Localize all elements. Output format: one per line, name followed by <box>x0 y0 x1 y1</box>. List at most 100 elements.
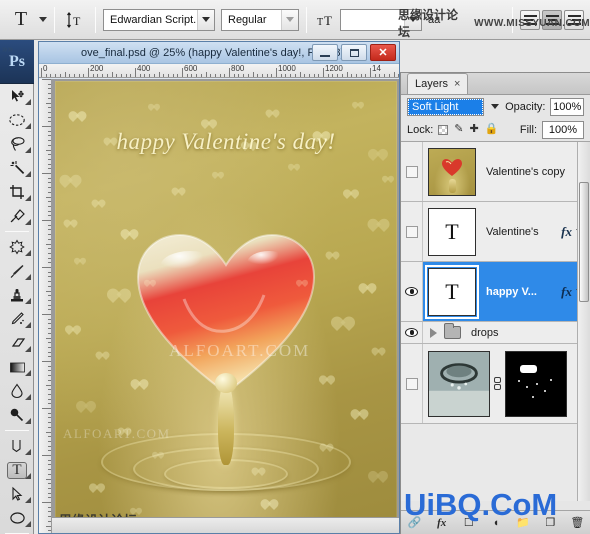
maximize-button[interactable] <box>341 44 367 61</box>
pen-tool[interactable] <box>0 434 34 458</box>
align-left-button[interactable] <box>520 9 540 30</box>
collapse-panels-icon[interactable]: »» <box>2 44 16 56</box>
lock-position-icon[interactable]: ✚ <box>470 124 479 135</box>
type-tool-T-icon[interactable]: T <box>6 6 36 34</box>
table-row[interactable] <box>401 344 590 424</box>
ruler-minor-tick <box>45 74 47 77</box>
layer-mask-thumbnail[interactable] <box>505 350 567 417</box>
scrollbar-thumb[interactable] <box>579 182 589 302</box>
lock-transparent-pixels-icon[interactable] <box>438 124 449 135</box>
eyedropper-tool[interactable] <box>0 204 34 228</box>
magic-wand-tool[interactable] <box>0 156 34 180</box>
table-row[interactable]: drops <box>401 322 590 344</box>
elliptical-marquee-tool[interactable] <box>0 108 34 132</box>
layer-visibility-toggle[interactable] <box>401 322 423 343</box>
ruler-minor-tick <box>48 365 51 367</box>
tab-layers[interactable]: Layers × <box>407 73 469 94</box>
layer-visibility-toggle[interactable] <box>401 262 423 321</box>
path-selection-tool[interactable] <box>0 482 34 506</box>
eraser-tool[interactable] <box>0 331 34 355</box>
table-row[interactable]: T happy V... fx <box>401 262 590 322</box>
ruler-minor-tick <box>177 74 179 77</box>
font-style-dropdown-button[interactable] <box>281 9 298 30</box>
blend-mode-select[interactable]: Soft Light <box>407 97 485 116</box>
ruler-minor-tick <box>172 74 174 77</box>
ruler-label: 400 <box>137 64 151 73</box>
lasso-tool[interactable] <box>0 132 34 156</box>
link-ring <box>494 377 501 383</box>
ruler-minor-tick <box>48 276 51 278</box>
lock-all-icon[interactable]: 🔒 <box>485 124 499 135</box>
lock-buttons: ✎ ✚ 🔒 <box>438 124 498 135</box>
ruler-minor-tick <box>48 205 51 207</box>
table-row[interactable]: Valentine's copy <box>401 142 590 202</box>
ruler-minor-tick <box>48 412 51 414</box>
minimize-button[interactable] <box>312 44 338 61</box>
link-mask-icon[interactable] <box>493 376 502 391</box>
delete-layer-button[interactable]: 🗑 <box>568 515 586 531</box>
blur-tool[interactable] <box>0 379 34 403</box>
fill-input[interactable]: 100% <box>542 120 584 139</box>
eye-visible-icon <box>405 328 418 337</box>
text-orientation-icon[interactable]: T <box>62 7 88 33</box>
add-mask-button[interactable]: ☐ <box>460 515 478 531</box>
font-family-select[interactable]: Edwardian Script... <box>103 8 215 31</box>
vertical-ruler[interactable] <box>39 79 52 533</box>
divider <box>4 430 29 431</box>
layers-scrollbar[interactable] <box>577 142 590 501</box>
gradient-tool[interactable] <box>0 355 34 379</box>
adjustment-layer-button[interactable]: ◖ <box>487 515 505 531</box>
bokeh-heart-decoration <box>113 291 125 303</box>
group-expand-triangle-icon[interactable] <box>430 327 437 338</box>
opacity-input[interactable]: 100% <box>550 97 584 116</box>
history-brush-tool[interactable] <box>0 307 34 331</box>
ruler-minor-tick <box>48 140 51 142</box>
layers-list[interactable]: Valentine's copy T Valentine's fx T happ… <box>401 141 590 501</box>
layer-effects-icon[interactable]: fx <box>561 284 576 300</box>
font-family-dropdown-button[interactable] <box>197 9 214 30</box>
blend-mode-dropdown-button[interactable] <box>489 98 500 116</box>
brush-tool[interactable] <box>0 259 34 283</box>
ruler-minor-tick <box>48 469 51 471</box>
horizontal-ruler[interactable]: 0 200 400 600 800 1000 1200 14 <box>39 64 399 78</box>
new-group-button[interactable]: 📁 <box>514 515 532 531</box>
ruler-minor-tick <box>48 492 51 494</box>
font-size-dropdown-button[interactable] <box>404 9 421 30</box>
layer-effects-icon[interactable]: fx <box>561 224 576 240</box>
chevron-down-icon <box>490 104 499 109</box>
align-right-button[interactable] <box>564 9 584 30</box>
font-size-input[interactable] <box>340 8 422 31</box>
layer-visibility-toggle[interactable] <box>401 344 423 423</box>
layer-thumbnail[interactable] <box>428 350 490 417</box>
document-titlebar[interactable]: ove_final.psd @ 25% (happy Valentine's d… <box>39 42 399 64</box>
layer-visibility-toggle[interactable] <box>401 142 423 201</box>
healing-brush-tool[interactable] <box>0 235 34 259</box>
layer-style-button[interactable]: fx <box>433 515 451 531</box>
eye-hidden-icon <box>405 165 418 178</box>
crop-tool[interactable] <box>0 180 34 204</box>
canvas-area[interactable]: happy Valentine's day! ALFOART.COM ALFOA… <box>52 79 399 533</box>
chevron-down-icon[interactable] <box>39 17 47 22</box>
type-tool[interactable]: T <box>0 458 34 482</box>
divider <box>95 6 96 33</box>
ellipse-shape-tool[interactable] <box>0 506 34 530</box>
layer-thumbnail[interactable]: T <box>428 207 476 256</box>
layer-thumbnail[interactable]: T <box>425 264 479 319</box>
close-button[interactable]: ✕ <box>370 44 396 61</box>
layer-visibility-toggle[interactable] <box>401 202 423 261</box>
new-layer-button[interactable]: ❐ <box>541 515 559 531</box>
artwork-image[interactable]: happy Valentine's day! ALFOART.COM ALFOA… <box>55 81 397 533</box>
align-center-button[interactable] <box>542 9 562 30</box>
move-tool[interactable] <box>0 84 34 108</box>
font-style-select[interactable]: Regular <box>221 8 299 31</box>
lock-image-pixels-icon[interactable]: ✎ <box>454 124 463 135</box>
table-row[interactable]: T Valentine's fx <box>401 202 590 262</box>
link-layers-button[interactable]: 🔗 <box>406 515 424 531</box>
dodge-tool[interactable] <box>0 403 34 427</box>
clone-stamp-tool[interactable] <box>0 283 34 307</box>
anti-alias-select[interactable]: aa <box>428 14 440 26</box>
layer-thumbnail[interactable] <box>428 147 476 196</box>
chevron-down-icon <box>286 17 294 22</box>
ruler-minor-tick <box>48 144 51 146</box>
close-icon[interactable]: × <box>454 78 460 90</box>
